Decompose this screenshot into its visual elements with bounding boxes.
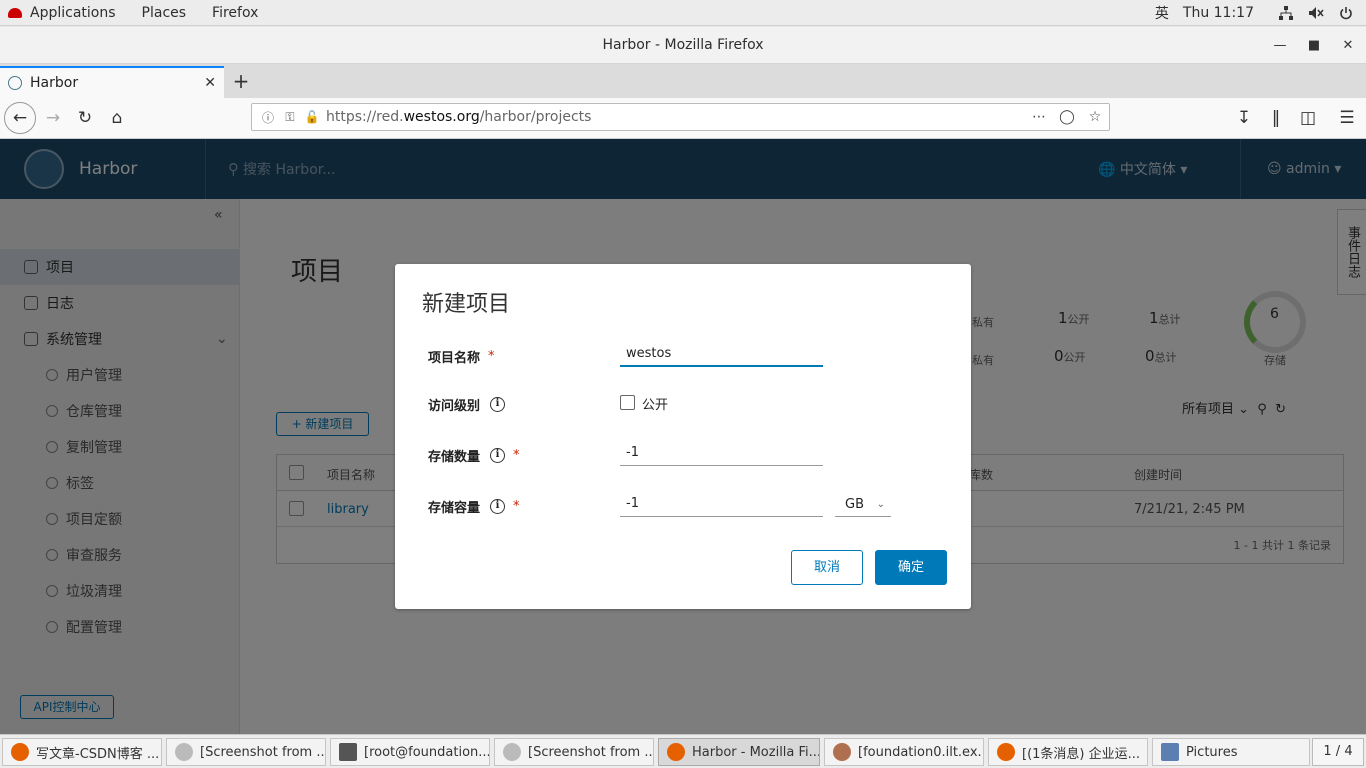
access-level-label: 访问级别 i bbox=[428, 395, 506, 414]
url-text[interactable]: https://red.westos.org/harbor/projects bbox=[326, 109, 1025, 125]
project-name-input[interactable] bbox=[620, 341, 823, 367]
redhat-logo-icon bbox=[8, 7, 22, 18]
new-tab-button[interactable]: + bbox=[228, 68, 254, 94]
minimize-icon[interactable]: — bbox=[1265, 27, 1295, 64]
back-button[interactable]: ← bbox=[4, 102, 36, 134]
hamburger-menu-icon[interactable]: ☰ bbox=[1332, 103, 1362, 133]
confirm-button[interactable]: 确定 bbox=[875, 550, 947, 585]
home-button[interactable]: ⌂ bbox=[102, 103, 132, 133]
required-marker: * bbox=[513, 448, 520, 463]
info-icon[interactable]: i bbox=[490, 499, 506, 514]
firefox-icon bbox=[997, 743, 1015, 761]
insecure-lock-icon[interactable]: 🔓 bbox=[304, 110, 320, 124]
remote-viewer-icon bbox=[833, 743, 851, 761]
required-marker: * bbox=[513, 499, 520, 514]
info-icon[interactable]: i bbox=[490, 397, 506, 412]
close-tab-icon[interactable]: ✕ bbox=[204, 75, 216, 91]
volume-muted-icon[interactable] bbox=[1308, 5, 1324, 21]
storage-count-input[interactable] bbox=[620, 440, 823, 466]
library-icon[interactable]: ‖ bbox=[1261, 103, 1291, 133]
input-method-indicator[interactable]: 英 bbox=[1155, 3, 1169, 23]
screenshot-viewer-icon bbox=[503, 743, 521, 761]
close-window-icon[interactable]: ✕ bbox=[1333, 27, 1363, 64]
pocket-icon[interactable]: ◯ bbox=[1053, 109, 1081, 125]
taskbar-item[interactable]: Pictures bbox=[1152, 738, 1310, 766]
new-project-dialog: 新建项目 项目名称* 访问级别i 公开 存储数量i* 存储容量i* GB⌄ 取消… bbox=[395, 264, 971, 609]
downloads-icon[interactable]: ↧ bbox=[1229, 103, 1259, 133]
tab-harbor[interactable]: Harbor ✕ bbox=[0, 66, 224, 98]
firefox-icon bbox=[11, 743, 29, 761]
project-name-label: 项目名称 * bbox=[428, 349, 495, 366]
file-manager-icon bbox=[1161, 743, 1179, 761]
taskbar-item[interactable]: [(1条消息) 企业运... bbox=[988, 738, 1148, 766]
maximize-icon[interactable]: ■ bbox=[1299, 27, 1329, 64]
site-info-icon[interactable]: ⓘ bbox=[260, 109, 276, 126]
public-checkbox[interactable] bbox=[620, 395, 635, 410]
taskbar-item[interactable]: [Screenshot from ... bbox=[494, 738, 654, 766]
navigation-toolbar: ← → ↻ ⌂ ⓘ ⚿ 🔓 https://red.westos.org/har… bbox=[0, 98, 1366, 139]
applications-menu[interactable]: Applications bbox=[30, 5, 116, 21]
public-checkbox-label[interactable]: 公开 bbox=[642, 394, 668, 413]
storage-capacity-input[interactable] bbox=[620, 491, 823, 517]
storage-capacity-label: 存储容量 i * bbox=[428, 499, 520, 516]
info-icon[interactable]: i bbox=[490, 448, 506, 463]
bookmark-star-icon[interactable]: ☆ bbox=[1081, 109, 1109, 125]
workspace-pager[interactable]: 1 / 4 bbox=[1312, 738, 1364, 766]
places-menu[interactable]: Places bbox=[142, 5, 187, 21]
power-icon[interactable] bbox=[1338, 5, 1354, 21]
taskbar-item[interactable]: 写文章-CSDN博客 ... bbox=[2, 738, 162, 766]
taskbar-item[interactable]: [foundation0.ilt.ex... bbox=[824, 738, 984, 766]
reload-button[interactable]: ↻ bbox=[70, 103, 100, 133]
clock[interactable]: Thu 11:17 bbox=[1183, 5, 1254, 21]
address-bar[interactable]: ⓘ ⚿ 🔓 https://red.westos.org/harbor/proj… bbox=[251, 103, 1110, 131]
window-title: Harbor - Mozilla Firefox bbox=[602, 37, 764, 53]
cancel-button[interactable]: 取消 bbox=[791, 550, 863, 585]
system-top-bar: Applications Places Firefox 英 Thu 11:17 bbox=[0, 0, 1366, 26]
window-titlebar: Harbor - Mozilla Firefox — ■ ✕ bbox=[0, 27, 1366, 64]
tab-label: Harbor bbox=[30, 75, 79, 91]
dialog-title: 新建项目 bbox=[422, 292, 511, 317]
taskbar-item[interactable]: [Screenshot from ... bbox=[166, 738, 326, 766]
harbor-favicon-icon bbox=[8, 76, 22, 90]
page-actions-icon[interactable]: ⋯ bbox=[1025, 109, 1053, 125]
chevron-down-icon: ⌄ bbox=[876, 499, 885, 510]
storage-count-label: 存储数量 i * bbox=[428, 448, 520, 465]
key-icon[interactable]: ⚿ bbox=[282, 110, 298, 125]
tab-strip: Harbor ✕ + bbox=[0, 64, 1366, 98]
firefox-app-menu[interactable]: Firefox bbox=[212, 5, 258, 21]
taskbar-item[interactable]: [root@foundation... bbox=[330, 738, 490, 766]
taskbar: 写文章-CSDN博客 ... [Screenshot from ... [roo… bbox=[0, 734, 1366, 768]
capacity-unit-select[interactable]: GB ⌄ bbox=[835, 493, 891, 517]
forward-button[interactable]: → bbox=[38, 103, 68, 133]
taskbar-item-active[interactable]: Harbor - Mozilla Fi... bbox=[658, 738, 820, 766]
required-marker: * bbox=[488, 349, 495, 364]
firefox-icon bbox=[667, 743, 685, 761]
network-icon[interactable] bbox=[1278, 5, 1294, 21]
terminal-icon bbox=[339, 743, 357, 761]
sidebar-icon[interactable]: ◫ bbox=[1293, 103, 1323, 133]
screenshot-viewer-icon bbox=[175, 743, 193, 761]
